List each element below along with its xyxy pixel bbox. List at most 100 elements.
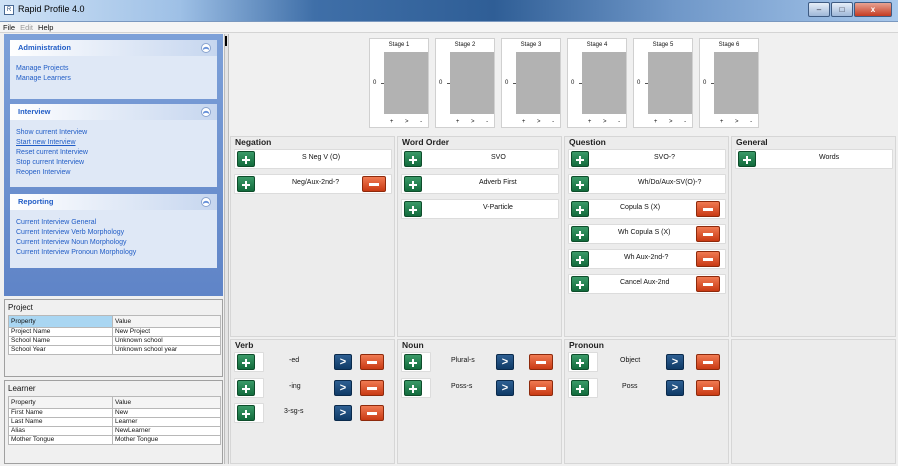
add-icon[interactable] xyxy=(571,354,589,370)
add-icon[interactable] xyxy=(404,354,422,370)
report-noun-link[interactable]: Current Interview Noun Morphology xyxy=(16,238,217,248)
remove-icon[interactable] xyxy=(696,226,720,242)
axis-minus-label: - xyxy=(684,119,687,125)
remove-icon[interactable] xyxy=(696,276,720,292)
add-icon[interactable] xyxy=(237,176,255,192)
maximize-button[interactable]: □ xyxy=(831,2,853,17)
menu-file[interactable]: File xyxy=(3,22,15,32)
next-icon[interactable]: > xyxy=(334,380,352,396)
add-icon[interactable] xyxy=(404,176,422,192)
remove-icon[interactable] xyxy=(529,380,553,396)
stage-axis: + > - xyxy=(516,119,560,125)
empty-panel xyxy=(731,339,896,464)
collapse-icon[interactable]: ︽ xyxy=(201,197,211,207)
add-icon[interactable] xyxy=(237,354,255,370)
value-cell[interactable]: New Project xyxy=(112,327,221,337)
splitter-grip-icon[interactable] xyxy=(225,36,227,46)
structure-pill xyxy=(735,149,893,169)
reset-interview-link[interactable]: Reset current Interview xyxy=(16,148,217,158)
remove-icon[interactable] xyxy=(696,354,720,370)
noun-title: Noun xyxy=(402,340,424,350)
column-header[interactable]: Value xyxy=(112,315,221,328)
reporting-header[interactable]: Reporting ︽ xyxy=(10,194,217,210)
remove-icon[interactable] xyxy=(360,405,384,421)
report-pronoun-link[interactable]: Current Interview Pronoun Morphology xyxy=(16,248,217,258)
remove-icon[interactable] xyxy=(360,354,384,370)
add-icon[interactable] xyxy=(237,405,255,421)
table-row[interactable]: Last Name Learner xyxy=(8,417,221,427)
property-cell: Last Name xyxy=(8,417,113,427)
remove-icon[interactable] xyxy=(696,251,720,267)
add-icon[interactable] xyxy=(237,380,255,396)
report-general-link[interactable]: Current Interview General xyxy=(16,218,217,228)
add-icon[interactable] xyxy=(404,151,422,167)
axis-plus-label: + xyxy=(719,119,724,125)
verb-title: Verb xyxy=(235,340,254,350)
next-icon[interactable]: > xyxy=(666,380,684,396)
structure-row: Adverb First xyxy=(401,174,559,194)
next-icon[interactable]: > xyxy=(496,354,514,370)
structure-label: -ed xyxy=(289,357,300,364)
structure-row: Words xyxy=(735,149,893,169)
remove-icon[interactable] xyxy=(529,354,553,370)
table-row[interactable]: School Year Unknown school year xyxy=(8,345,221,355)
property-cell: School Name xyxy=(8,336,113,346)
add-icon[interactable] xyxy=(571,176,589,192)
start-interview-link[interactable]: Start new Interview xyxy=(16,138,217,148)
administration-header[interactable]: Administration ︽ xyxy=(10,40,217,56)
structure-label: Neg/Aux-2nd-? xyxy=(292,179,340,186)
column-header[interactable]: Property xyxy=(8,396,113,409)
report-verb-link[interactable]: Current Interview Verb Morphology xyxy=(16,228,217,238)
column-header[interactable]: Value xyxy=(112,396,221,409)
remove-icon[interactable] xyxy=(696,201,720,217)
value-cell[interactable]: Learner xyxy=(112,417,221,427)
next-icon[interactable]: > xyxy=(334,405,352,421)
value-cell[interactable]: NewLearner xyxy=(112,426,221,436)
collapse-icon[interactable]: ︽ xyxy=(201,107,211,117)
pronoun-panel: Pronoun Object > Poss > xyxy=(564,339,729,464)
manage-learners-link[interactable]: Manage Learners xyxy=(16,74,217,84)
panel-splitter[interactable] xyxy=(224,34,229,464)
table-row[interactable]: Alias NewLearner xyxy=(8,426,221,436)
add-icon[interactable] xyxy=(571,226,589,242)
structure-label: Poss-s xyxy=(451,383,473,390)
add-icon[interactable] xyxy=(404,380,422,396)
collapse-icon[interactable]: ︽ xyxy=(201,43,211,53)
table-row[interactable]: Mother Tongue Mother Tongue xyxy=(8,435,221,445)
menu-edit[interactable]: Edit xyxy=(20,22,33,32)
add-icon[interactable] xyxy=(571,151,589,167)
remove-icon[interactable] xyxy=(360,380,384,396)
next-icon[interactable]: > xyxy=(666,354,684,370)
show-interview-link[interactable]: Show current Interview xyxy=(16,128,217,138)
reopen-interview-link[interactable]: Reopen Interview xyxy=(16,168,217,178)
column-header[interactable]: Property xyxy=(8,315,113,328)
table-row[interactable]: Project Name New Project xyxy=(8,327,221,337)
table-row[interactable]: First Name New xyxy=(8,408,221,418)
add-icon[interactable] xyxy=(404,201,422,217)
next-icon[interactable]: > xyxy=(496,380,514,396)
value-cell[interactable]: New xyxy=(112,408,221,418)
add-icon[interactable] xyxy=(738,151,756,167)
manage-projects-link[interactable]: Manage Projects xyxy=(16,64,217,74)
word-order-panel: Word Order SVO Adverb First V-Particle xyxy=(397,136,562,337)
property-cell: Alias xyxy=(8,426,113,436)
table-row[interactable]: School Name Unknown school xyxy=(8,336,221,346)
remove-icon[interactable] xyxy=(362,176,386,192)
add-icon[interactable] xyxy=(571,251,589,267)
structure-label: Copula S (X) xyxy=(620,204,661,211)
menu-help[interactable]: Help xyxy=(38,22,53,32)
add-icon[interactable] xyxy=(237,151,255,167)
close-button[interactable]: x xyxy=(854,2,892,17)
structure-row: 3-sg-s > xyxy=(234,403,392,423)
value-cell[interactable]: Unknown school year xyxy=(112,345,221,355)
add-icon[interactable] xyxy=(571,201,589,217)
minimize-button[interactable]: – xyxy=(808,2,830,17)
value-cell[interactable]: Mother Tongue xyxy=(112,435,221,445)
value-cell[interactable]: Unknown school xyxy=(112,336,221,346)
interview-header[interactable]: Interview ︽ xyxy=(10,104,217,120)
add-icon[interactable] xyxy=(571,276,589,292)
stop-interview-link[interactable]: Stop current Interview xyxy=(16,158,217,168)
add-icon[interactable] xyxy=(571,380,589,396)
next-icon[interactable]: > xyxy=(334,354,352,370)
remove-icon[interactable] xyxy=(696,380,720,396)
